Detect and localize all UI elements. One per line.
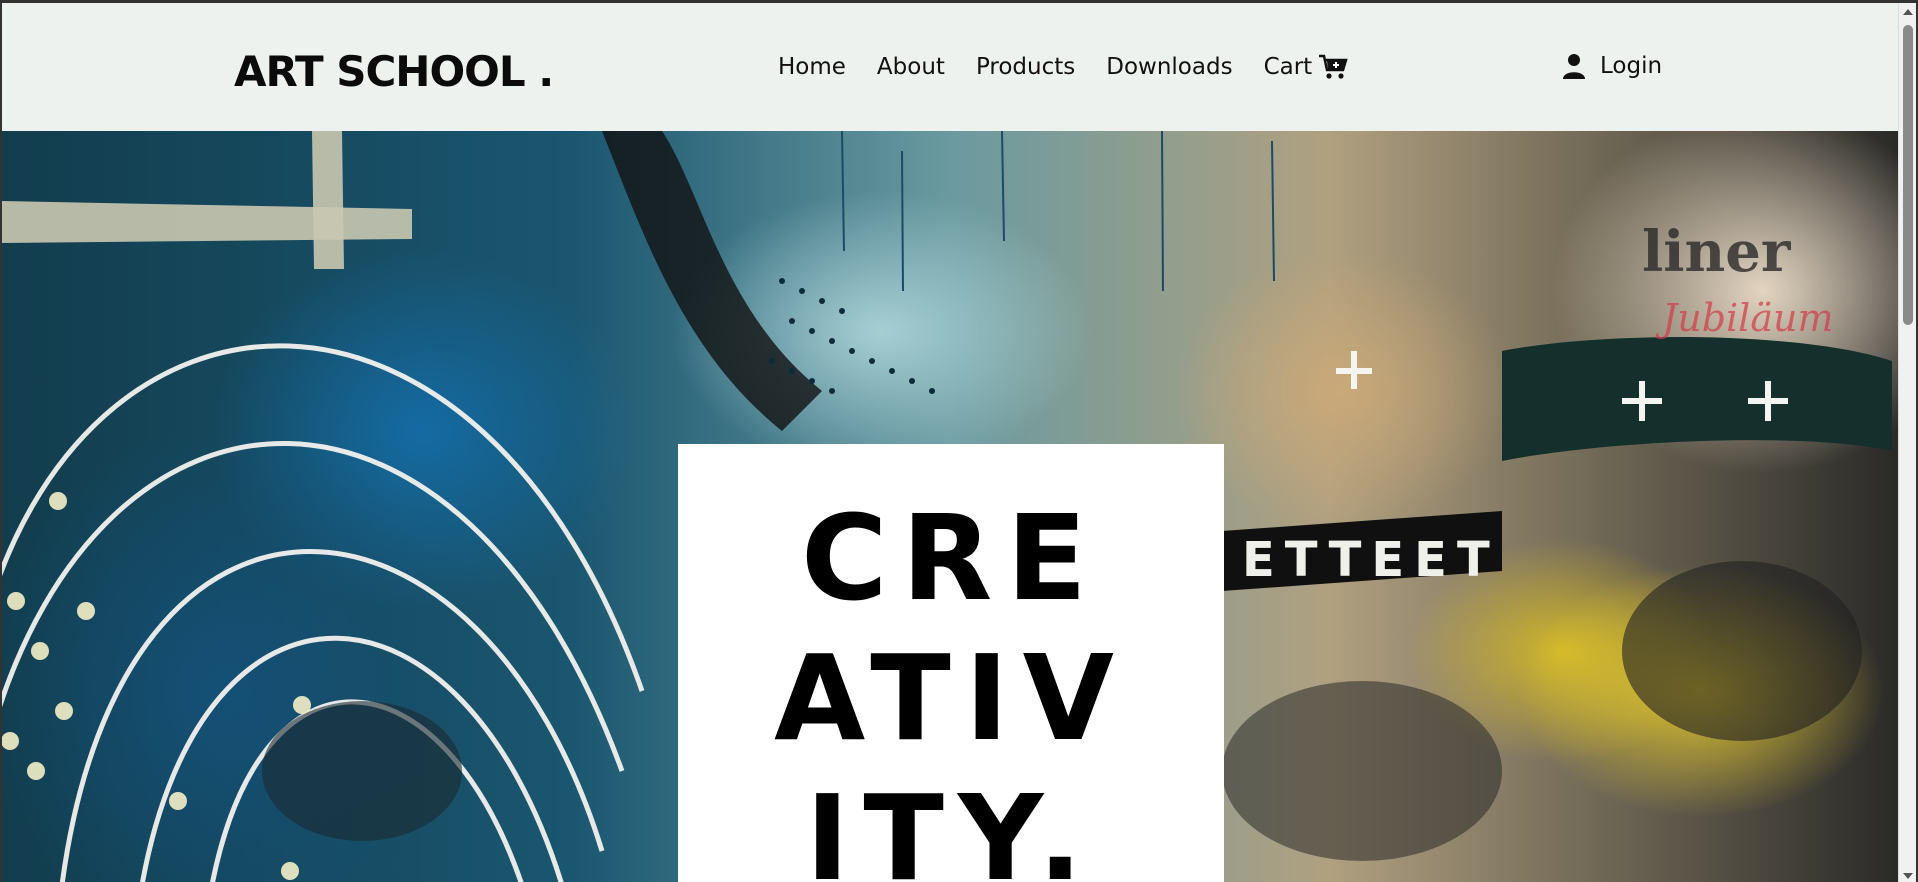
site-header: ART SCHOOL . Home About Products Downloa… (2, 3, 1898, 131)
creativity-card: CRE ATIV ITY. (678, 444, 1224, 882)
main-nav: Home About Products Downloads Cart (778, 53, 1348, 81)
login-label: Login (1600, 53, 1663, 79)
nav-cart-link[interactable]: Cart (1264, 53, 1349, 81)
cart-plus-icon (1318, 53, 1348, 81)
hero-line-2: ATIV (774, 629, 1128, 767)
nav-about-link[interactable]: About (877, 54, 945, 80)
hero-headline: CRE ATIV ITY. (678, 488, 1224, 882)
login-link[interactable]: Login (1562, 53, 1662, 79)
vertical-scrollbar[interactable] (1898, 3, 1916, 882)
user-icon (1562, 53, 1586, 79)
svg-text:ETTEET: ETTEET (1242, 532, 1500, 588)
scroll-thumb[interactable] (1903, 25, 1913, 325)
nav-products-link[interactable]: Products (976, 54, 1075, 80)
svg-text:Jubiläum: Jubiläum (1655, 296, 1834, 340)
nav-downloads-link[interactable]: Downloads (1106, 54, 1232, 80)
hero-line-3: ITY. (805, 769, 1097, 882)
hero-banner: liner Jubiläum ETTEET CRE ATIV ITY. (2, 131, 1898, 882)
scroll-down-arrow-icon[interactable] (1903, 873, 1913, 879)
svg-text:liner: liner (1642, 219, 1792, 285)
hero-line-1: CRE (800, 489, 1102, 627)
scroll-up-arrow-icon[interactable] (1903, 9, 1913, 15)
nav-cart-label: Cart (1263, 54, 1313, 80)
browser-viewport: ART SCHOOL . Home About Products Downloa… (0, 0, 1918, 882)
nav-home-link[interactable]: Home (778, 54, 846, 80)
brand-logo[interactable]: ART SCHOOL . (234, 47, 554, 96)
